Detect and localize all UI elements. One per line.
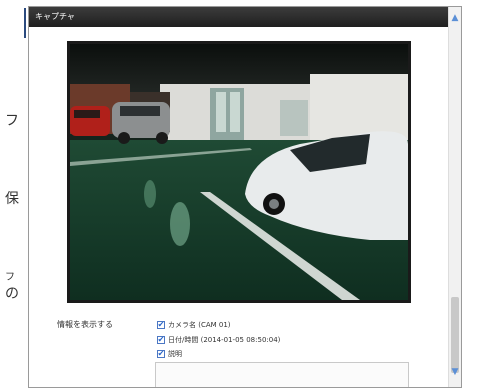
checkbox-camera-name[interactable]: ✔ カメラ名 (CAM 01) [157, 320, 231, 330]
checkbox-datetime-box[interactable]: ✔ [157, 336, 165, 344]
check-icon: ✔ [157, 349, 165, 358]
check-icon: ✔ [157, 335, 165, 344]
dialog-title: キャプチャ [35, 12, 75, 21]
checkbox-description[interactable]: ✔ 説明 [157, 349, 182, 359]
background-char-4: の [5, 286, 19, 302]
background-page-fragments: フ 保 フ の [0, 0, 30, 388]
background-char-1: フ [5, 113, 19, 129]
parking-garage-image [70, 44, 408, 300]
checkbox-description-box[interactable]: ✔ [157, 350, 165, 358]
capture-dialog: キャプチャ 情報を表示する ✔ カメラ名 (CAM 01) ✔ 日付/時間 (2… [28, 6, 462, 388]
chevron-up-icon[interactable]: ▲ [449, 11, 461, 25]
description-textarea[interactable] [155, 362, 409, 387]
background-divider [24, 8, 26, 38]
check-icon: ✔ [157, 320, 165, 329]
checkbox-camera-name-label: カメラ名 (CAM 01) [168, 321, 231, 329]
background-char-3: フ [5, 272, 15, 283]
dialog-titlebar: キャプチャ [29, 7, 461, 27]
scrollbar-thumb[interactable] [451, 297, 459, 373]
checkbox-datetime[interactable]: ✔ 日付/時間 (2014-01-05 08:50:04) [157, 335, 280, 345]
checkbox-description-label: 説明 [168, 350, 182, 358]
dialog-scrollbar[interactable]: ▲ ▼ [448, 7, 461, 387]
checkbox-datetime-label: 日付/時間 (2014-01-05 08:50:04) [168, 336, 281, 344]
capture-preview-image [67, 41, 411, 303]
background-char-2: 保 [5, 191, 19, 207]
chevron-down-icon[interactable]: ▼ [449, 365, 461, 379]
show-info-label: 情報を表示する [57, 320, 113, 329]
checkbox-camera-name-box[interactable]: ✔ [157, 321, 165, 329]
